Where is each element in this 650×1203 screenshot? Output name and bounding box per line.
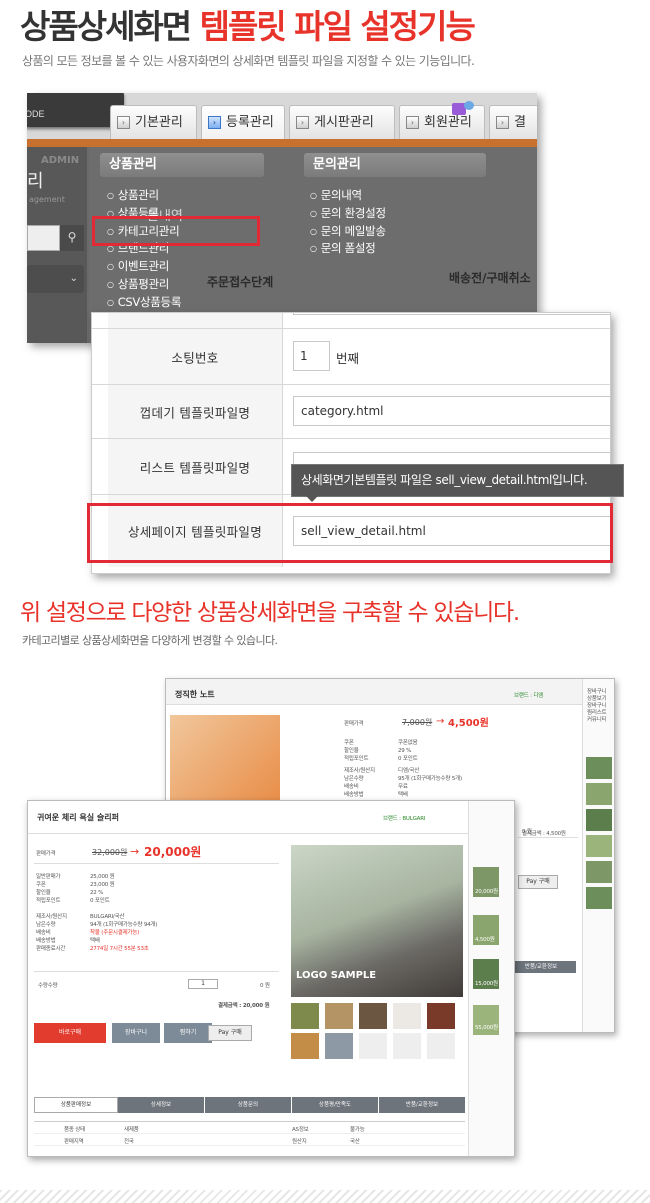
thumbnail[interactable] bbox=[359, 1003, 387, 1029]
tab-basic[interactable]: › 기본관리 bbox=[110, 105, 197, 139]
page-title: 상품상세화면 템플릿 파일 설정기능 bbox=[20, 7, 476, 46]
form-row-sort: 소팅번호 1 번째 bbox=[92, 329, 610, 385]
product-image: LOGO SAMPLE bbox=[291, 845, 463, 997]
side-panel: 장바구니 상품보기 장바구니 찜리스트 커뮤니티 bbox=[582, 679, 614, 1032]
form-row-cut bbox=[92, 313, 610, 329]
thumbnail[interactable] bbox=[427, 1003, 455, 1029]
product-brand: 브랜드 : BULGARI bbox=[383, 816, 426, 822]
thumbnail[interactable] bbox=[325, 1033, 353, 1059]
thumbnail[interactable] bbox=[427, 1033, 455, 1059]
product-info-table: 품종 상태 새제품 AS정보 불가능 판매지역 전국 원산지 국산 bbox=[34, 1121, 465, 1156]
tab-return-info[interactable]: 반품/교환정보 bbox=[379, 1097, 465, 1113]
admin-search-input[interactable] bbox=[27, 225, 60, 251]
total-price: 결제금액 : 20,000 원 bbox=[218, 1003, 270, 1009]
wishlist-button[interactable]: 찜하기 bbox=[164, 1023, 212, 1043]
menu-inquiry-header: 문의관리 bbox=[304, 153, 486, 177]
cart-button[interactable]: 장바구니 bbox=[112, 1023, 160, 1043]
form-label: 리스트 템플릿파일명 bbox=[108, 439, 283, 494]
side-panel: 20,000원 4,500원 15,000원 55,000원 bbox=[468, 801, 514, 1156]
menu-item-inquiry[interactable]: 문의내역 bbox=[310, 187, 386, 205]
thumbnail[interactable] bbox=[359, 1033, 387, 1059]
price-original: 7,000원 bbox=[402, 718, 433, 727]
tab-board[interactable]: › 게시판관리 bbox=[289, 105, 395, 139]
buy-now-button[interactable]: 바로구매 bbox=[34, 1023, 106, 1043]
chevron-right-icon: › bbox=[208, 116, 221, 129]
chevron-down-icon[interactable]: ⌄ bbox=[27, 265, 84, 293]
page-title-highlight: 템플릿 파일 설정기능 bbox=[199, 7, 476, 46]
npay-button[interactable]: Pay 구매 bbox=[208, 1025, 252, 1041]
thumbnail[interactable] bbox=[291, 1003, 319, 1029]
product-info: 일반판매가 쿠폰 할인율 적립포인트 제조사/원산지 남은수량 배송비 배송방법… bbox=[36, 874, 67, 952]
tab-product-qna[interactable]: 상품문의 bbox=[205, 1097, 291, 1113]
tab-members[interactable]: › 회원관리 bbox=[399, 105, 485, 139]
thumbnail[interactable] bbox=[325, 1003, 353, 1029]
product-detail-sample-front: 귀여운 체리 욕실 슬리퍼 브랜드 : BULGARI 판매가격 32,000원… bbox=[27, 800, 515, 1157]
menu-inquiry-list: 문의내역 문의 환경설정 문의 메일발송 문의 폼설정 bbox=[310, 187, 386, 258]
form-label: 껍데기 템플릿파일명 bbox=[108, 385, 283, 438]
admin-accent-bar bbox=[27, 139, 537, 147]
npay-button[interactable]: Pay 구매 bbox=[518, 875, 558, 889]
side-thumb[interactable] bbox=[586, 757, 612, 779]
side-thumb[interactable] bbox=[586, 809, 612, 831]
total-price: 결제금액 : 4,500원 bbox=[522, 831, 566, 837]
form-row-shell-template: 껍데기 템플릿파일명 category.html bbox=[92, 385, 610, 439]
section2-subtitle: 카테고리별로 상품상세화면을 다양하게 변경할 수 있습니다. bbox=[22, 634, 278, 647]
tab-payment[interactable]: › 결 bbox=[489, 105, 537, 139]
tab-reviews[interactable]: 상품평/만족도 bbox=[292, 1097, 378, 1113]
product-name: 정직한 노트 bbox=[175, 690, 215, 699]
highlight-box-detail-template bbox=[87, 503, 613, 563]
template-tooltip: 상세화면기본템플릿 파일은 sell_view_detail.html입니다. bbox=[291, 464, 624, 502]
product-brand: 브랜드 : 디엠 bbox=[514, 693, 544, 699]
admin-screenshot: ODE ⚙ ›기본관리 ›등록관리 ›게시판관리 ›회원관리 ›결 ADMIN … bbox=[27, 93, 537, 343]
search-icon[interactable]: ⚲ bbox=[60, 225, 84, 251]
thumbnail[interactable] bbox=[291, 1033, 319, 1059]
menu-item-review[interactable]: 상품평관리 bbox=[107, 276, 181, 294]
product-name: 귀여운 체리 욕실 슬리퍼 bbox=[37, 813, 119, 822]
side-thumb[interactable] bbox=[586, 835, 612, 857]
chevron-right-icon: › bbox=[496, 116, 509, 129]
section2-title: 위 설정으로 다양한 상품상세화면을 구축할 수 있습니다. bbox=[20, 600, 520, 626]
tab-sales-info[interactable]: 상품판매정보 bbox=[34, 1097, 118, 1113]
product-image bbox=[170, 715, 280, 810]
bottom-divider bbox=[0, 1190, 650, 1203]
price-original: 32,000원 bbox=[92, 848, 128, 857]
menu-item-inquiry-mail[interactable]: 문의 메일발송 bbox=[310, 223, 386, 241]
menu-item-product[interactable]: 상품관리 bbox=[107, 187, 181, 205]
table-row: 품종 상태 새제품 AS정보 불가능 bbox=[34, 1122, 465, 1134]
side-thumb[interactable] bbox=[586, 783, 612, 805]
side-thumb[interactable] bbox=[586, 887, 612, 909]
table-row: 판매지역 전국 원산지 국산 bbox=[34, 1134, 465, 1146]
menu-product-header: 상품관리 bbox=[100, 153, 264, 177]
menu-item-inquiry-settings[interactable]: 문의 환경설정 bbox=[310, 205, 386, 223]
thumbnail[interactable] bbox=[393, 1003, 421, 1029]
shell-template-input[interactable]: category.html bbox=[293, 396, 610, 426]
menu-item-event[interactable]: 이벤트관리 bbox=[107, 258, 181, 276]
quantity-stepper[interactable]: 1 bbox=[188, 979, 218, 989]
side-thumb[interactable] bbox=[586, 861, 612, 883]
page-subtitle: 상품의 모든 정보를 볼 수 있는 사용자화면의 상세화면 템플릿 파일을 지정… bbox=[22, 54, 475, 68]
form-label: 소팅번호 bbox=[108, 329, 283, 384]
chevron-right-icon: › bbox=[406, 116, 419, 129]
menu-item-inquiry-form[interactable]: 문의 폼설정 bbox=[310, 240, 386, 258]
highlight-box-category bbox=[92, 216, 260, 246]
thumbnail[interactable] bbox=[393, 1033, 421, 1059]
page: 상품상세화면 템플릿 파일 설정기능 상품의 모든 정보를 볼 수 있는 사용자… bbox=[0, 0, 650, 1203]
menu-item-csv[interactable]: CSV상품등록 bbox=[107, 294, 182, 312]
sort-number-input[interactable]: 1 bbox=[293, 341, 330, 371]
chevron-right-icon: › bbox=[296, 116, 309, 129]
tab-registration[interactable]: › 등록관리 bbox=[201, 105, 285, 139]
admin-left-panel: ADMIN 리 agement ⚲ ⌄ bbox=[27, 147, 87, 343]
chevron-right-icon: › bbox=[117, 116, 130, 129]
price-sale: 4,500원 bbox=[448, 718, 489, 729]
price-sale: 20,000원 bbox=[144, 845, 202, 859]
message-icon bbox=[464, 101, 474, 110]
tab-return-info[interactable]: 반품/교환정보 bbox=[506, 961, 576, 973]
product-info: 쿠폰 할인율 적립포인트 제조사/원산지 남은수량 배송비 배송방법 bbox=[344, 740, 375, 798]
tab-details[interactable]: 상세정보 bbox=[118, 1097, 204, 1113]
